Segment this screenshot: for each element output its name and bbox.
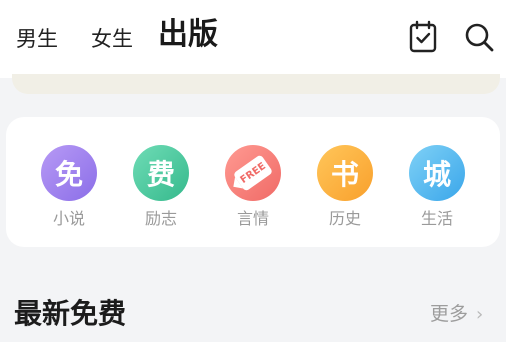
category-romance[interactable]: FREE 言情 (218, 145, 288, 229)
category-glyph: FREE (238, 160, 268, 186)
calendar-check-icon[interactable] (408, 20, 438, 54)
category-novel[interactable]: 免 小说 (34, 145, 104, 229)
category-icon-free: 免 (41, 145, 97, 201)
category-panel: 免 小说 费 励志 FREE 言情 书 历史 城 生活 (6, 117, 500, 247)
more-label: 更多 (430, 303, 469, 325)
category-label: 历史 (328, 209, 361, 228)
category-icon-fee: 费 (133, 145, 189, 201)
tab-female[interactable]: 女生 (91, 24, 133, 54)
category-icon-book: 书 (317, 145, 373, 201)
category-life[interactable]: 城 生活 (402, 145, 472, 229)
category-label: 励志 (144, 209, 177, 228)
category-icon-free-tag: FREE (225, 145, 281, 201)
tab-publish[interactable]: 出版 (158, 16, 218, 56)
banner-placeholder[interactable] (12, 74, 500, 94)
category-glyph: 书 (330, 158, 359, 191)
search-icon[interactable] (464, 20, 494, 54)
category-label: 小说 (52, 209, 85, 228)
category-glyph: 费 (146, 158, 175, 191)
section-title: 最新免费 (14, 297, 127, 330)
tab-publish-label: 出版 (158, 17, 218, 52)
category-glyph: 城 (422, 158, 451, 191)
free-tag-icon: FREE (232, 154, 274, 192)
tab-male[interactable]: 男生 (16, 24, 58, 54)
chevron-right-icon: › (476, 304, 484, 325)
category-icon-city: 城 (409, 145, 465, 201)
category-history[interactable]: 书 历史 (310, 145, 380, 229)
more-link[interactable]: 更多 › (430, 302, 483, 327)
top-nav-bar: 男生 女生 出版 (0, 0, 506, 78)
category-label: 言情 (236, 209, 269, 228)
category-label: 生活 (420, 209, 453, 228)
category-glyph: 免 (54, 158, 83, 191)
category-inspiration[interactable]: 费 励志 (126, 145, 196, 229)
